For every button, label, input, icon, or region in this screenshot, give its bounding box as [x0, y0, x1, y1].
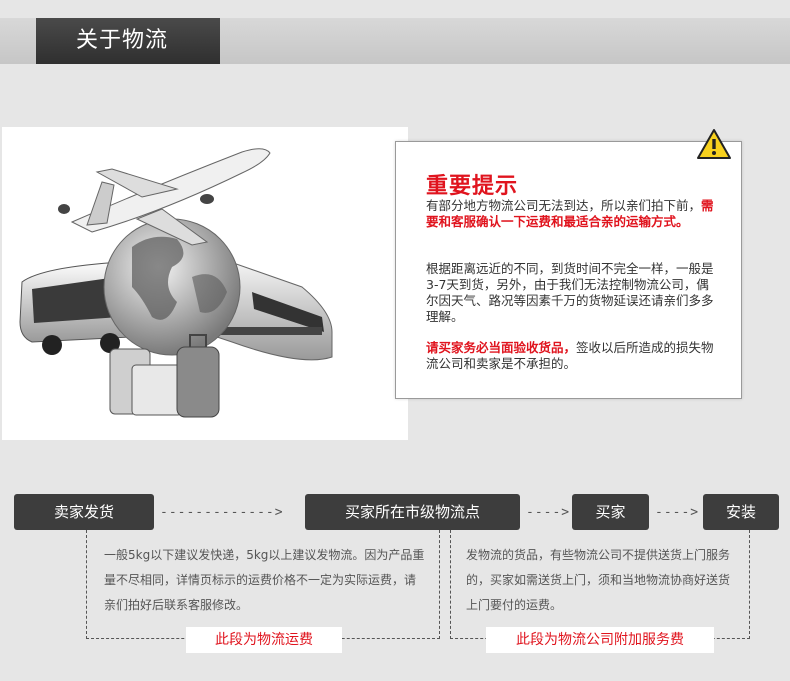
notice-paragraph-2: 根据距离远近的不同，到货时间不完全一样，一般是3-7天到货，另外，由于我们无法控…	[426, 261, 714, 324]
flow-arrow-2: ---->	[526, 505, 571, 520]
extra-service-tag: 此段为物流公司附加服务费	[486, 627, 714, 653]
freight-tag: 此段为物流运费	[186, 627, 342, 653]
freight-note-text: 一般5kg以下建议发快递，5kg以上建议发物流。因为产品重量不尽相同，详情页标示…	[104, 548, 425, 612]
step-install: 安装	[703, 494, 779, 530]
globe-icon	[103, 218, 241, 356]
notice-paragraph-1: 有部分地方物流公司无法到达，所以亲们拍下前，需要和客服确认一下运费和最适合亲的运…	[426, 198, 716, 230]
notice-title: 重要提示	[426, 174, 519, 199]
notice-paragraph-3: 请买家务必当面验收货品，签收以后所造成的损失物流公司和卖家是不承担的。	[426, 340, 716, 372]
step-city-logistics: 买家所在市级物流点	[305, 494, 520, 530]
important-notice: 重要提示 有部分地方物流公司无法到达，所以亲们拍下前，需要和客服确认一下运费和最…	[395, 129, 742, 399]
step-buyer: 买家	[572, 494, 649, 530]
notice-p3-highlight: 请买家务必当面验收货品，	[426, 340, 577, 355]
notice-p1-text: 有部分地方物流公司无法到达，所以亲们拍下前，	[426, 198, 702, 213]
step-seller-ship: 卖家发货	[14, 494, 154, 530]
flow-arrow-1: ------------->	[160, 505, 284, 520]
flow-arrow-3: ---->	[655, 505, 700, 520]
logistics-illustration	[2, 127, 408, 440]
extra-service-note-text: 发物流的货品，有些物流公司不提供送货上门服务的，买家如需送货上门，须和当地物流协…	[466, 548, 731, 612]
warning-icon	[697, 129, 731, 159]
section-title: 关于物流	[36, 18, 220, 64]
airplane-icon	[58, 148, 271, 246]
